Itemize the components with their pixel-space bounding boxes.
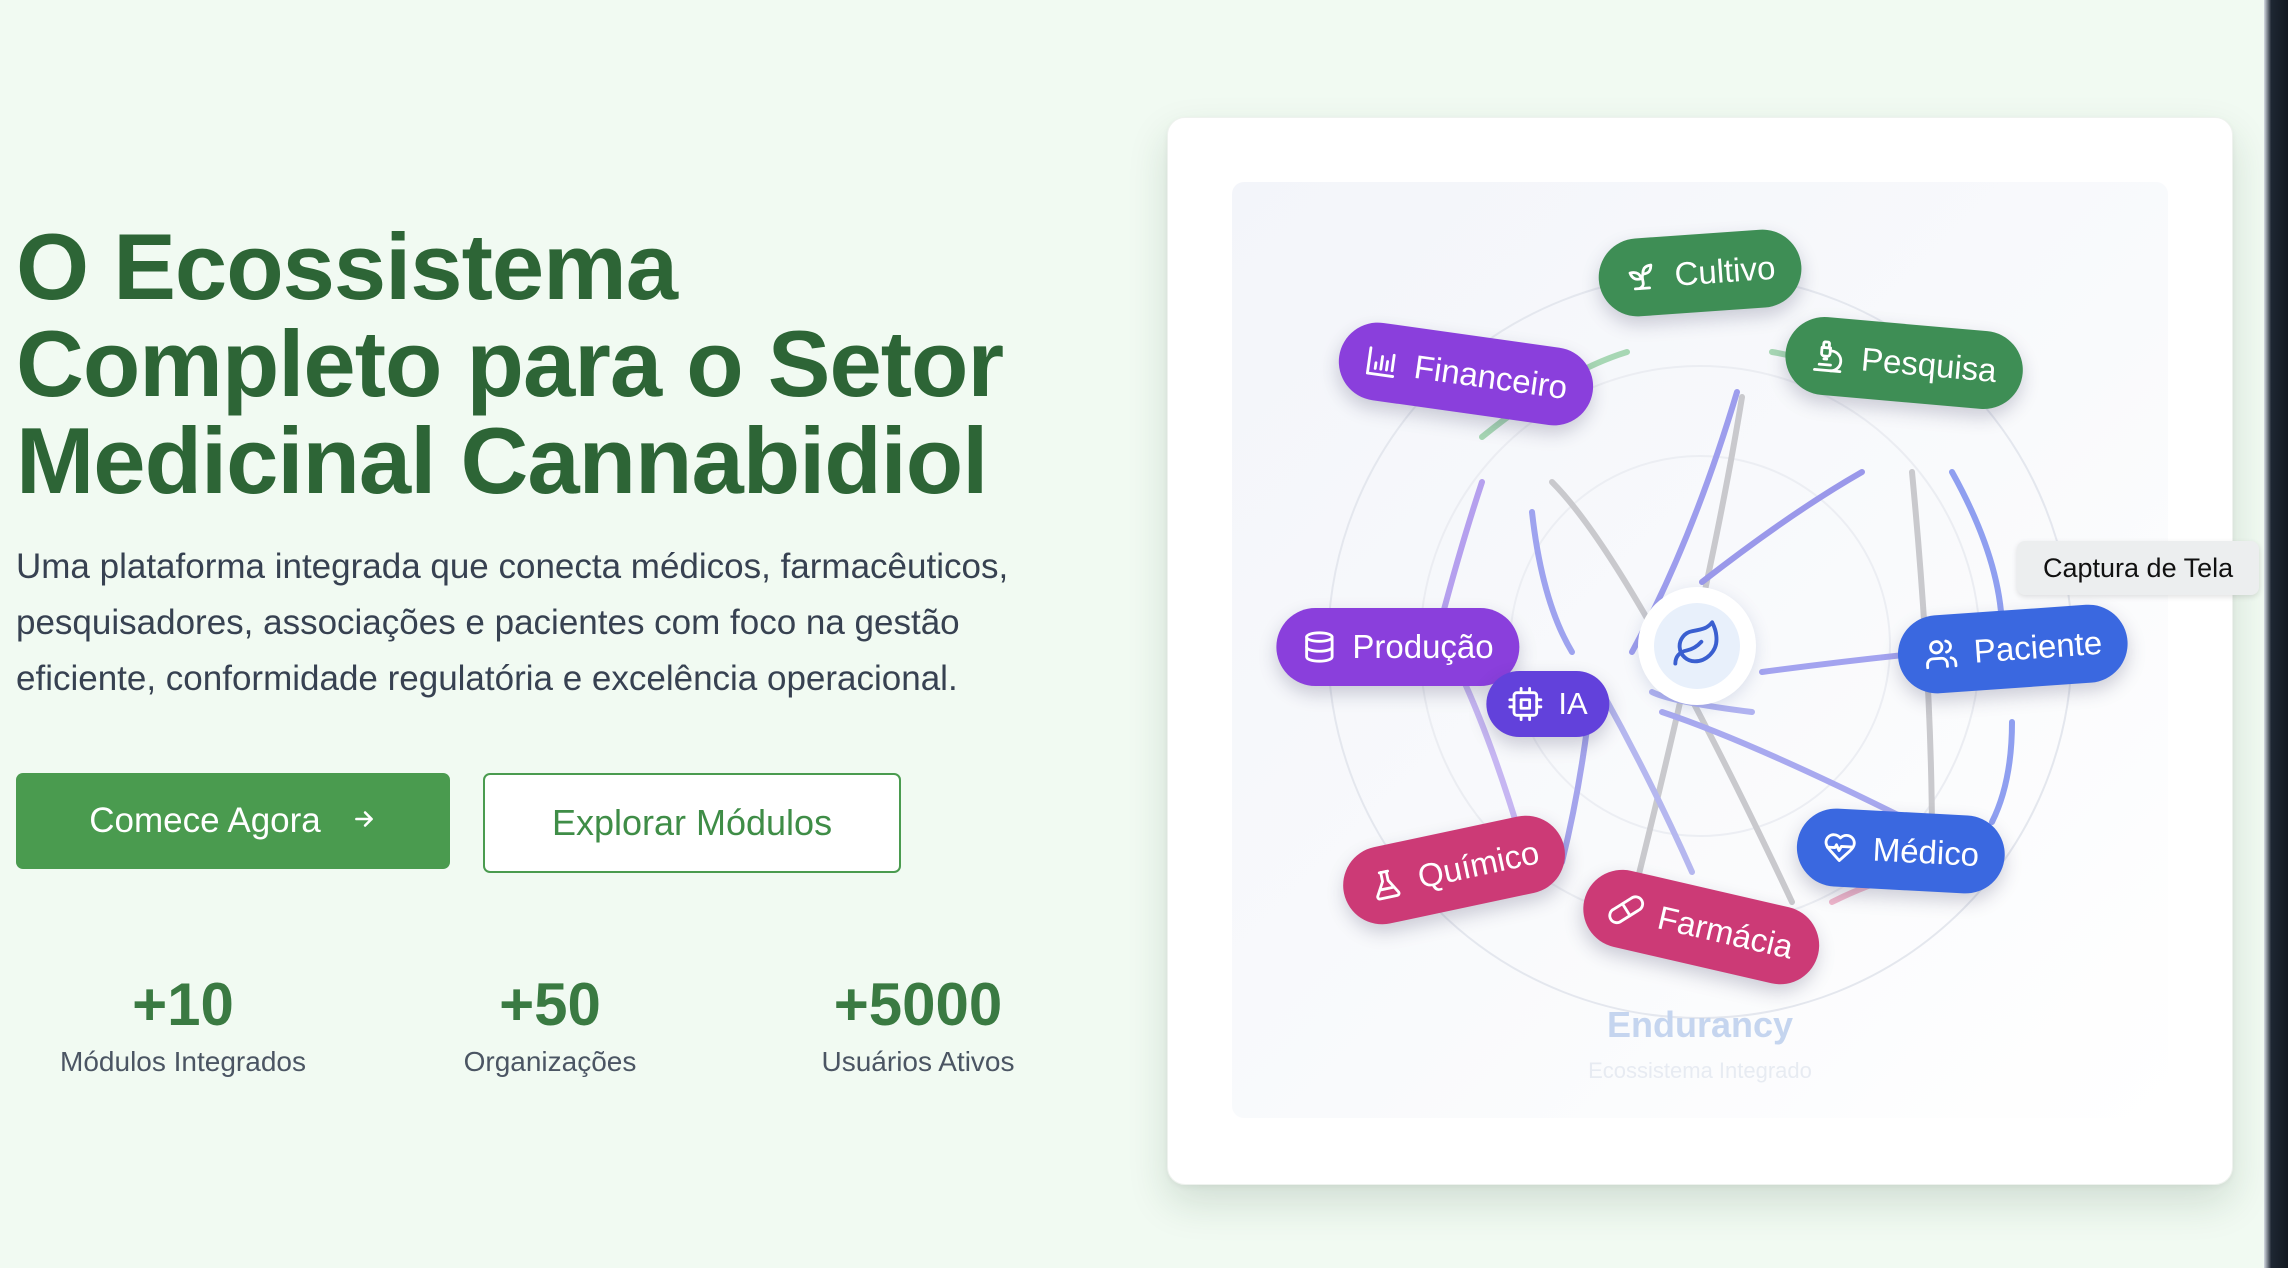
arrow-right-icon <box>351 802 377 841</box>
stat-label: Usuários Ativos <box>821 1046 1015 1077</box>
node-label: Pesquisa <box>1859 340 1999 390</box>
node-medico[interactable]: Médico <box>1794 806 2008 896</box>
bar-chart-icon <box>1363 343 1401 381</box>
leaf-icon <box>1671 618 1723 675</box>
users-icon <box>1923 636 1959 672</box>
node-label: IA <box>1558 686 1588 721</box>
stat-value: +50 <box>499 971 601 1038</box>
hero-title-line-2: Completo para o Setor <box>16 311 1004 416</box>
pill-icon <box>1606 889 1647 930</box>
ecosystem-card: Cultivo Pesquisa Financeiro Produção IA <box>1167 117 2233 1185</box>
node-label: Paciente <box>1972 623 2104 670</box>
flask-icon <box>1366 864 1406 904</box>
stat-value: +5000 <box>833 971 1003 1038</box>
start-now-button[interactable]: Comece Agora <box>16 773 450 869</box>
database-icon <box>1302 630 1336 664</box>
node-label: Cultivo <box>1673 248 1777 293</box>
node-label: Médico <box>1871 830 1981 874</box>
microscope-icon <box>1810 338 1847 375</box>
sprout-icon <box>1624 259 1660 295</box>
hero-title-line-3: Medicinal Cannabidiol <box>16 408 988 513</box>
node-ia[interactable]: IA <box>1486 671 1610 737</box>
node-label: Produção <box>1352 628 1494 665</box>
cpu-icon <box>1508 687 1543 721</box>
stat-organizations: +50 Organizações <box>420 968 680 1082</box>
hero-subtitle: Uma plataforma integrada que conecta méd… <box>16 547 1009 698</box>
stat-users: +5000 Usuários Ativos <box>780 968 1056 1082</box>
center-node <box>1638 587 1756 705</box>
ecosystem-diagram: Cultivo Pesquisa Financeiro Produção IA <box>1232 182 2168 1118</box>
node-cultivo[interactable]: Cultivo <box>1596 227 1804 319</box>
node-producao[interactable]: Produção <box>1276 608 1520 686</box>
stat-label: Organizações <box>463 1046 637 1077</box>
node-label: Farmácia <box>1654 898 1797 966</box>
node-label: Financeiro <box>1411 347 1570 407</box>
brand-name: Endurancy <box>1606 1004 1794 1045</box>
stat-label: Módulos Integrados <box>60 1046 306 1077</box>
brand-tagline: Ecossistema Integrado <box>1588 1058 1812 1083</box>
stat-value: +10 <box>132 971 234 1038</box>
start-now-label: Comece Agora <box>89 801 321 840</box>
stat-modules: +10 Módulos Integrados <box>40 968 326 1082</box>
screenshot-tooltip: Captura de Tela <box>2017 541 2260 595</box>
explore-modules-button[interactable]: Explorar Módulos <box>483 773 901 873</box>
node-label: Químico <box>1414 833 1543 896</box>
window-edge <box>2264 0 2288 1268</box>
node-paciente[interactable]: Paciente <box>1895 602 2131 696</box>
hero-title-line-1: O Ecossistema <box>16 214 678 319</box>
hero-title: O Ecossistema Completo para o Setor Medi… <box>16 218 1004 509</box>
heart-pulse-icon <box>1822 830 1858 866</box>
